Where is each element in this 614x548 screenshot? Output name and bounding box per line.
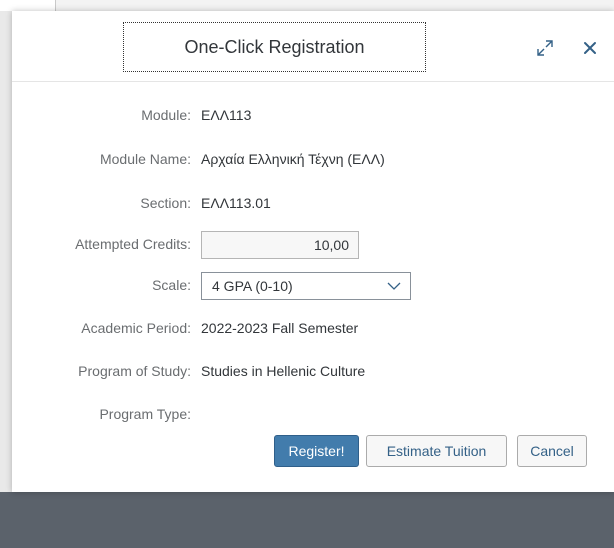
dialog-title: One-Click Registration: [123, 22, 426, 72]
scale-selected-value: 4 GPA (0-10): [212, 278, 293, 294]
dialog-header: One-Click Registration: [12, 11, 614, 82]
background-panel: [0, 11, 12, 548]
scale-row: Scale: 4 GPA (0-10): [12, 270, 614, 302]
module-label: Module:: [141, 107, 191, 123]
background-toolbar: [0, 0, 614, 11]
module-row: Module: ΕΛΛ113: [12, 100, 614, 132]
section-label: Section:: [140, 195, 191, 211]
cancel-button[interactable]: Cancel: [517, 435, 587, 467]
estimate-tuition-button[interactable]: Estimate Tuition: [366, 435, 507, 467]
attempted-credits-label: Attempted Credits:: [75, 236, 191, 252]
academic-period-row: Academic Period: 2022-2023 Fall Semester: [12, 313, 614, 345]
expand-icon[interactable]: [534, 37, 556, 59]
module-name-row: Module Name: Αρχαία Ελληνική Τέχνη (ΕΛΛ): [12, 144, 614, 176]
module-name-label: Module Name:: [99, 151, 191, 167]
scale-label: Scale:: [152, 277, 191, 293]
program-of-study-value: Studies in Hellenic Culture: [201, 363, 366, 379]
program-of-study-row: Program of Study: Studies in Hellenic Cu…: [12, 356, 614, 388]
register-button[interactable]: Register!: [274, 435, 359, 467]
module-value: ΕΛΛ113: [201, 107, 252, 123]
scale-select[interactable]: 4 GPA (0-10): [201, 272, 411, 300]
program-type-label: Program Type:: [99, 406, 191, 422]
academic-period-label: Academic Period:: [81, 320, 191, 336]
registration-dialog: One-Click Registration Module: ΕΛΛ113 Mo…: [12, 11, 614, 492]
attempted-credits-field[interactable]: 10,00: [201, 231, 359, 259]
program-of-study-label: Program of Study:: [78, 363, 191, 379]
module-name-value: Αρχαία Ελληνική Τέχνη (ΕΛΛ): [201, 151, 385, 167]
attempted-credits-row: Attempted Credits: 10,00: [12, 229, 614, 261]
section-value: ΕΛΛ113.01: [201, 195, 271, 211]
section-row: Section: ΕΛΛ113.01: [12, 188, 614, 220]
program-type-row: Program Type:: [12, 399, 614, 431]
chevron-down-icon: [387, 282, 401, 290]
academic-period-value: 2022-2023 Fall Semester: [201, 320, 359, 336]
close-icon[interactable]: [579, 37, 601, 59]
modal-overlay: [0, 492, 614, 548]
